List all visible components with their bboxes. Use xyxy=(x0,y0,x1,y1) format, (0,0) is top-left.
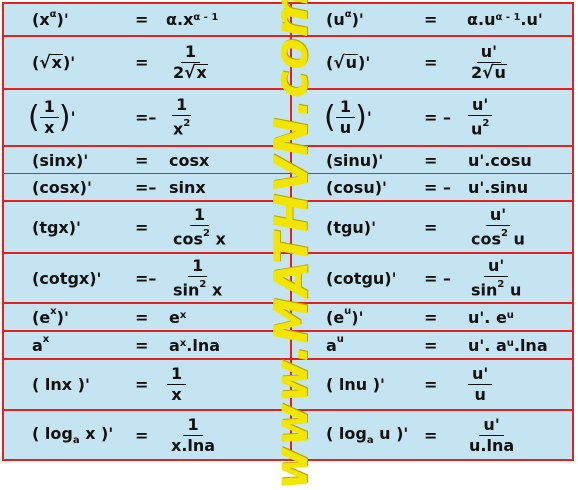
formula-sin-u: (sinu)' = u'.cosu xyxy=(326,150,532,170)
formula-ln-u: ( lnu )' = u' u xyxy=(292,360,574,409)
formula-sqrt-u: (√ u)' = u' 2 √ u xyxy=(326,42,507,83)
formula-log-u: ( loga u )' = u' u.lna xyxy=(326,414,515,455)
formula-tan-u: (tgu)' = u' cos2 u xyxy=(326,204,525,249)
formula-au: au = u'. a u .lna xyxy=(326,334,548,355)
watermark-text: www.MATHVN.com xyxy=(264,0,318,490)
formula-sin-x: (sinx)' = cosx xyxy=(32,150,210,170)
formula-cot-x: (cotgx)' =– 1 sin2 x xyxy=(32,255,223,300)
formula-power-x: (xα)' = α.x α - 1 xyxy=(32,8,219,29)
formula-exp-u: (eu)' = u'. eu xyxy=(326,306,514,327)
formula-sqrt-x: (√ x)' = 1 2 √ x xyxy=(32,42,208,83)
formula-power-u: (uα)' = α.u α - 1 .u' xyxy=(326,8,543,29)
formula-cos-u: (cosu)' = – u'.sinu xyxy=(326,177,529,197)
formula-log-x: ( loga x )' = 1 x.lna xyxy=(32,414,216,455)
formula-ax: ax = a x .lna xyxy=(32,334,220,355)
formula-ln-x: ( lnx )' = 1x xyxy=(4,360,290,409)
formula-tan-x: (tgx)' = 1 cos2 x xyxy=(32,204,226,249)
formula-reciprocal-u: (1 u) ' = – u' u2 xyxy=(292,90,574,145)
formula-cos-x: (cosx)' =– sinx xyxy=(32,177,206,197)
formula-cot-u: (cotgu)' = – u' sin2 u xyxy=(326,255,522,300)
formula-exp-x: (ex)' = ex xyxy=(32,306,187,327)
formula-reciprocal-x: (1 x) ' =– 1 x2 xyxy=(28,95,192,139)
